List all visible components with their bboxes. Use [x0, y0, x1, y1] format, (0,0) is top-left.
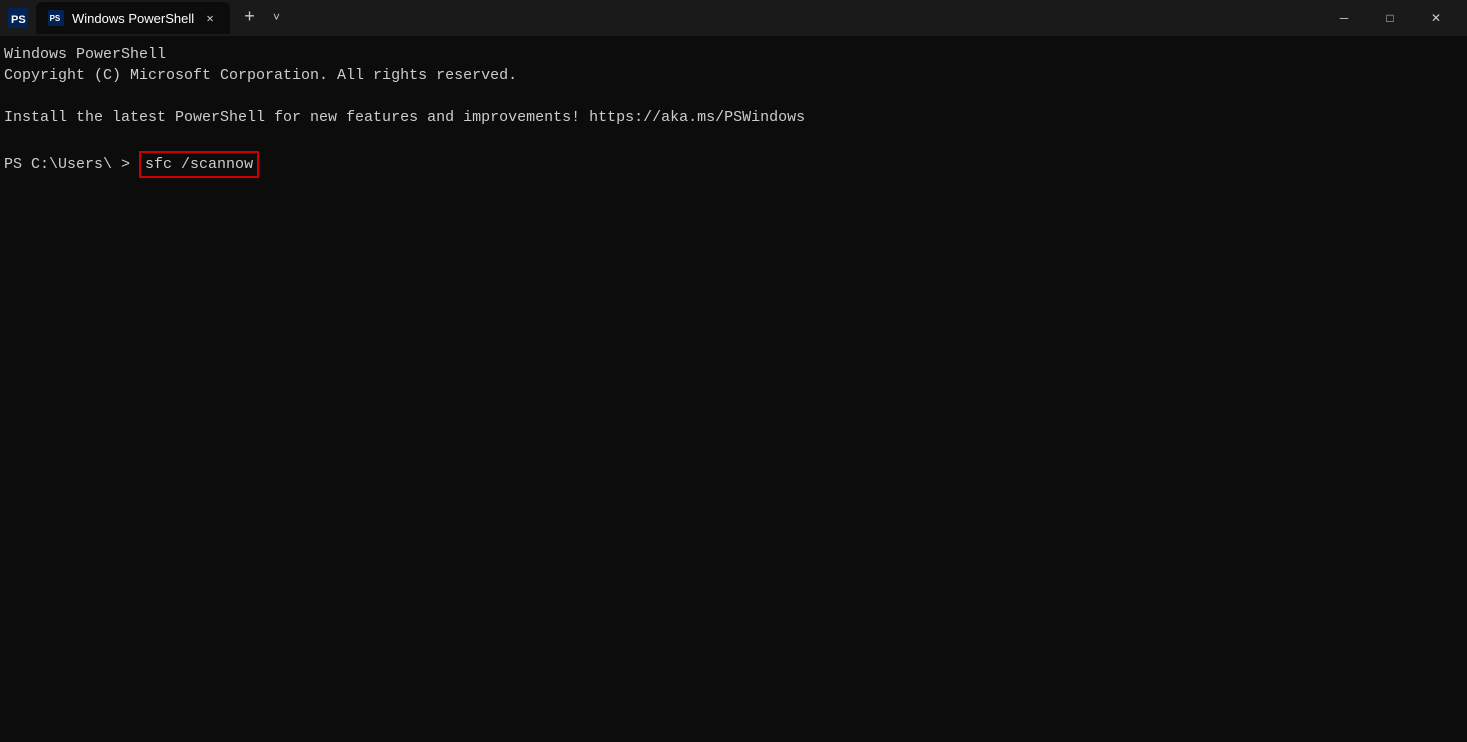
tab-title: Windows PowerShell [72, 11, 194, 26]
active-tab[interactable]: PS Windows PowerShell ✕ [36, 2, 230, 34]
command-text: sfc /scannow [139, 151, 259, 178]
prompt-text: PS C:\Users\ [4, 154, 112, 175]
tab-ps-icon: PS [48, 10, 64, 26]
new-tab-button[interactable]: + [238, 8, 261, 28]
tab-close-button[interactable]: ✕ [202, 10, 218, 26]
prompt-line: PS C:\Users\ > sfc /scannow [4, 151, 1463, 178]
terminal-line-4: Install the latest PowerShell for new fe… [4, 107, 1463, 128]
window-controls: ─ □ ✕ [1321, 0, 1459, 36]
powershell-icon: PS [8, 8, 28, 28]
maximize-button[interactable]: □ [1367, 0, 1413, 36]
terminal-line-3 [4, 86, 1463, 107]
prompt-arrow: > [112, 154, 139, 175]
terminal-body[interactable]: Windows PowerShell Copyright (C) Microso… [0, 36, 1467, 742]
terminal-line-5 [4, 128, 1463, 149]
terminal-line-1: Windows PowerShell [4, 44, 1463, 65]
minimize-button[interactable]: ─ [1321, 0, 1367, 36]
svg-text:PS: PS [50, 14, 61, 23]
svg-text:PS: PS [11, 14, 26, 26]
titlebar-left: PS PS Windows PowerShell ✕ + ˅ [8, 2, 1321, 34]
terminal-line-2: Copyright (C) Microsoft Corporation. All… [4, 65, 1463, 86]
titlebar: PS PS Windows PowerShell ✕ + ˅ ─ □ ✕ [0, 0, 1467, 36]
close-button[interactable]: ✕ [1413, 0, 1459, 36]
tab-dropdown-button[interactable]: ˅ [269, 11, 284, 25]
